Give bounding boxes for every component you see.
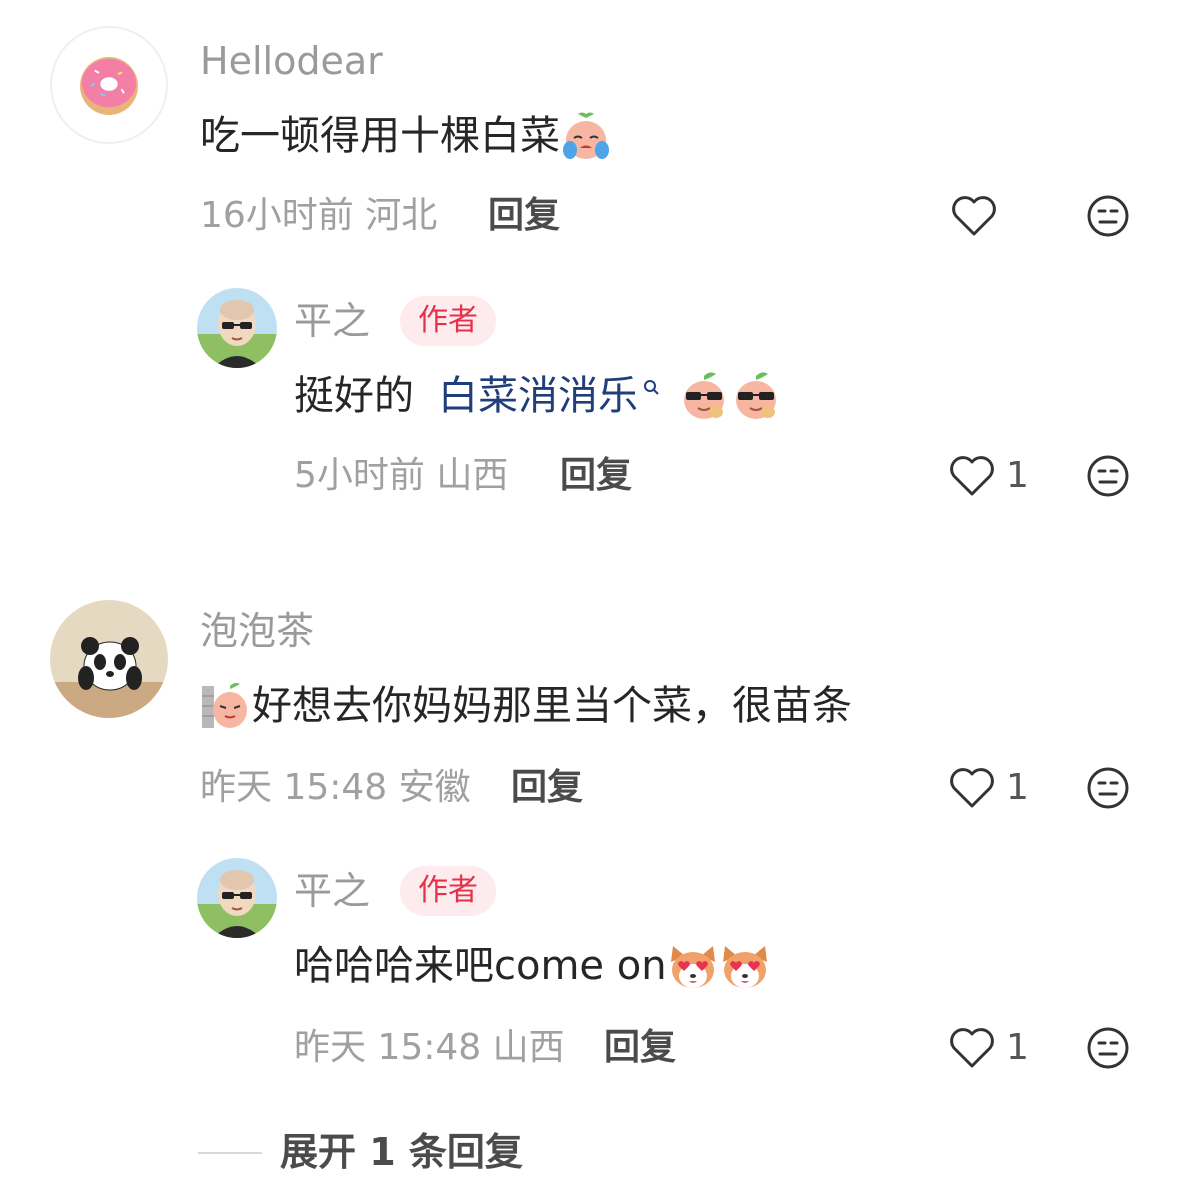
reply-time: 昨天 15:48 xyxy=(294,1027,482,1068)
reply-location: 山西 xyxy=(492,1027,565,1068)
reply-meta: 5小时前 山西 xyxy=(294,458,508,494)
expand-replies-button[interactable]: 展开 1 条回复 xyxy=(280,1133,523,1171)
dislike-button[interactable] xyxy=(1086,766,1130,810)
comment-text: 好想去你妈妈那里当个菜，很苗条 xyxy=(252,683,852,729)
like-count: 1 xyxy=(1006,767,1029,808)
crying-cabbage-emoji xyxy=(560,110,612,162)
reply-location: 山西 xyxy=(436,455,509,496)
heart-icon xyxy=(950,768,994,808)
reply-button[interactable]: 回复 xyxy=(488,198,560,234)
reply-content: 挺好的 白菜消消乐 xyxy=(294,370,782,422)
like-count: 1 xyxy=(1006,1027,1029,1068)
reply-username[interactable]: 平之 xyxy=(294,302,370,340)
peeking-cabbage-emoji xyxy=(200,680,252,732)
comment-content: 吃一顿得用十棵白菜 xyxy=(200,110,612,162)
expand-divider xyxy=(198,1152,262,1154)
reply-content: 哈哈哈来吧come on xyxy=(294,940,771,992)
dislike-button[interactable] xyxy=(1086,1026,1130,1070)
like-button[interactable] xyxy=(950,191,1008,241)
comment-username[interactable]: 泡泡茶 xyxy=(200,612,314,650)
bald-man-icon xyxy=(197,858,277,938)
heart-eyes-dog-emoji xyxy=(719,940,771,992)
author-badge: 作者 xyxy=(400,296,496,346)
heart-eyes-dog-emoji xyxy=(667,940,719,992)
dislike-button[interactable] xyxy=(1086,194,1130,238)
comment-meta: 昨天 15:48 安徽 xyxy=(200,770,471,806)
heart-icon xyxy=(950,456,994,496)
search-icon xyxy=(644,380,659,395)
reply-username[interactable]: 平之 xyxy=(294,872,370,910)
bald-man-icon xyxy=(197,288,277,368)
cool-cabbage-emoji xyxy=(730,370,782,422)
comment-text: 吃一顿得用十棵白菜 xyxy=(200,113,560,159)
comment-time: 16小时前 xyxy=(200,195,354,236)
avatar-pingzhi[interactable] xyxy=(197,858,277,938)
reply-time: 5小时前 xyxy=(294,455,425,496)
panda-icon xyxy=(50,600,168,718)
heart-icon xyxy=(950,1028,994,1068)
reply-text: 哈哈哈来吧come on xyxy=(294,943,667,989)
like-button[interactable]: 1 xyxy=(948,1023,1029,1073)
reply-button[interactable]: 回复 xyxy=(560,458,632,494)
avatar-pingzhi[interactable] xyxy=(197,288,277,368)
donut-icon xyxy=(80,56,138,115)
comment-time: 昨天 15:48 xyxy=(200,767,388,808)
like-button[interactable]: 1 xyxy=(948,451,1029,501)
avatar-hellodear[interactable] xyxy=(50,26,168,144)
neutral-face-icon xyxy=(1087,195,1129,237)
dislike-button[interactable] xyxy=(1086,454,1130,498)
comment-location: 安徽 xyxy=(398,767,471,808)
author-badge: 作者 xyxy=(400,866,496,916)
avatar-paopaocha[interactable] xyxy=(50,600,168,718)
neutral-face-icon xyxy=(1087,1027,1129,1069)
neutral-face-icon xyxy=(1087,455,1129,497)
heart-icon xyxy=(952,196,996,236)
topic-link[interactable]: 白菜消消乐 xyxy=(438,376,638,416)
comment-username[interactable]: Hellodear xyxy=(200,42,383,80)
cool-cabbage-emoji xyxy=(678,370,730,422)
reply-meta: 昨天 15:48 山西 xyxy=(294,1030,565,1066)
comment-location: 河北 xyxy=(365,195,438,236)
reply-text: 挺好的 xyxy=(294,373,414,419)
like-button[interactable]: 1 xyxy=(948,763,1029,813)
comment-meta: 16小时前 河北 xyxy=(200,198,437,234)
reply-button[interactable]: 回复 xyxy=(511,770,583,806)
like-count: 1 xyxy=(1006,455,1029,496)
comment-content: 好想去你妈妈那里当个菜，很苗条 xyxy=(200,680,852,732)
reply-button[interactable]: 回复 xyxy=(604,1030,676,1066)
neutral-face-icon xyxy=(1087,767,1129,809)
